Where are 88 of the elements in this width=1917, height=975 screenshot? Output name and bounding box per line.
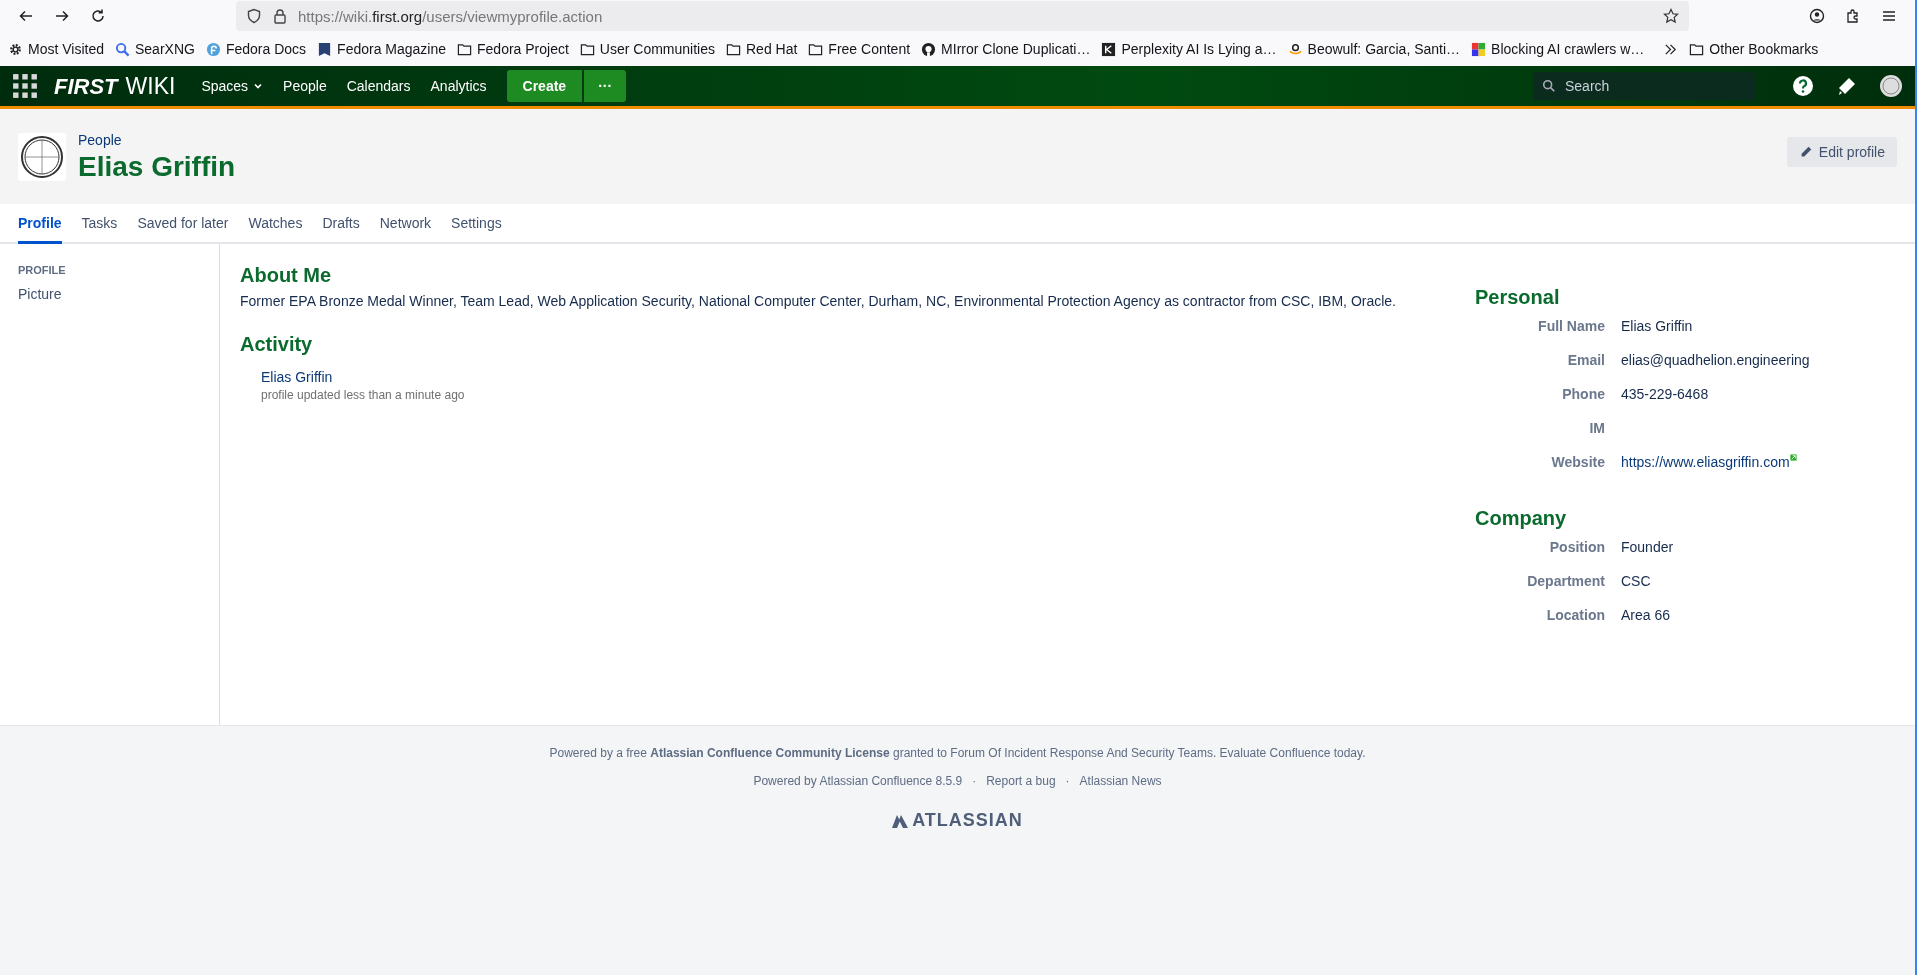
nav-link[interactable]: People (273, 78, 337, 94)
more-button[interactable]: ··· (584, 70, 627, 102)
sidebar-heading: PROFILE (18, 264, 67, 276)
section-title: Personal (1475, 286, 1561, 309)
search-icon (115, 41, 130, 57)
avatar-icon (18, 132, 66, 181)
nav-link[interactable]: Calendars (336, 78, 421, 94)
lock-icon (272, 8, 288, 24)
bookmark-ribbon-icon (317, 41, 333, 57)
bookmark[interactable]: Beowulf: Garcia, Santi… (1287, 41, 1461, 57)
menu-icon[interactable] (1881, 8, 1897, 24)
field-label: Position (1548, 539, 1605, 555)
section-title: Activity (240, 333, 314, 356)
address-bar[interactable]: https://wiki.first.org/users/viewmyprofile.action (236, 1, 1689, 31)
tab[interactable]: Watches (248, 204, 303, 244)
account-icon[interactable] (1809, 8, 1825, 24)
footer-link[interactable]: Report a bug (986, 774, 1056, 788)
folder-icon (579, 41, 595, 57)
sidebar-item[interactable]: Picture (18, 286, 201, 302)
tab[interactable]: Tasks (81, 204, 118, 244)
fedora-logo-icon (205, 41, 221, 57)
field-label: Department (1526, 573, 1605, 589)
bookmark[interactable]: Blocking AI crawlers w… (1471, 41, 1645, 57)
gear-icon (8, 41, 23, 57)
folder-icon (457, 41, 473, 57)
field-value: 435-229-6468 (1621, 386, 1709, 402)
atlassian-logo[interactable]: ATLASSIAN (892, 810, 1023, 831)
bookmark[interactable]: User Communities (579, 41, 715, 57)
website-link[interactable]: https://www.eliasgriffin.com (1621, 454, 1790, 470)
bookmark[interactable]: Perplexity AI Is Lying a… (1101, 41, 1277, 57)
bookmark[interactable]: MIrror Clone Duplicati… (921, 41, 1091, 57)
field-label: Website (1550, 454, 1605, 470)
forward-icon[interactable] (54, 8, 70, 24)
help-icon[interactable] (1791, 74, 1815, 98)
field-label: Full Name (1537, 318, 1605, 334)
colorful-square-icon (1471, 41, 1487, 57)
back-icon[interactable] (18, 8, 34, 24)
field-label: IM (1588, 420, 1605, 436)
folder-icon (1689, 41, 1705, 57)
field-value: Founder (1621, 539, 1674, 555)
bookmark[interactable]: Most Visited (8, 41, 104, 57)
site-logo[interactable]: FIRST WIKI (54, 72, 176, 100)
bookmark[interactable]: Free Content (808, 41, 911, 57)
search-field[interactable]: Search (1533, 72, 1755, 100)
create-button[interactable]: Create (506, 70, 583, 102)
about-text: Former EPA Bronze Medal Winner, Team Lead, Web Application Security, National Computer Center, Durham, NC, Environmental Protection Agency as contractor from CSC, IBM, Oracle. (240, 293, 1397, 309)
footer-link[interactable]: Atlassian News (1079, 774, 1162, 788)
shield-icon (246, 8, 262, 24)
field-value: elias@quadhelion.engineering (1621, 352, 1810, 368)
section-title: About Me (240, 264, 333, 287)
bookmark[interactable]: Fedora Project (457, 41, 569, 57)
bookmark[interactable]: SearXNG (115, 41, 195, 57)
star-icon[interactable] (1663, 8, 1679, 24)
section-title: Company (1475, 507, 1568, 530)
activity-detail: profile updated less than a minute ago (261, 388, 466, 402)
separator-dot: · (972, 774, 977, 788)
breadcrumb-link[interactable]: People (78, 131, 122, 148)
folder-icon (726, 41, 741, 57)
search-icon (1542, 79, 1556, 93)
separator-dot: · (1065, 774, 1070, 788)
field-label: Location (1545, 607, 1605, 623)
tab[interactable]: Drafts (322, 204, 360, 244)
external-link-icon (1789, 454, 1797, 461)
footer-link[interactable]: Powered by Atlassian Confluence 8.5.9 (753, 774, 963, 788)
edit-profile-button[interactable]: Edit profile (1786, 136, 1897, 167)
tab[interactable]: Network (379, 204, 432, 244)
bookmark[interactable]: Fedora Docs (205, 41, 307, 57)
tab[interactable]: Saved for later (137, 204, 229, 244)
field-label: Phone (1561, 386, 1605, 402)
field-value: Elias Griffin (1621, 318, 1693, 334)
field-label: Email (1566, 352, 1605, 368)
tab[interactable]: Settings (451, 204, 502, 244)
reload-icon[interactable] (90, 8, 106, 24)
profile-name: Elias Griffin (78, 150, 236, 183)
avatar-icon[interactable] (1879, 74, 1903, 98)
activity-user-link[interactable]: Elias Griffin (261, 369, 333, 385)
nav-link[interactable]: Analytics (420, 78, 497, 94)
nav-link[interactable]: Spaces (191, 78, 274, 94)
license-text: Powered by a free Atlassian Confluence Community License granted to Forum Of Incident Response And Security Teams. Evaluate Confluence today. (549, 746, 1366, 760)
field-value: Area 66 (1621, 607, 1671, 623)
app-grid-icon[interactable] (12, 73, 38, 99)
square-logo-icon (1101, 41, 1117, 57)
field-value: CSC (1621, 573, 1651, 589)
bookmark[interactable]: Other Bookmarks (1689, 41, 1819, 57)
bookmark[interactable]: Red Hat (726, 41, 798, 57)
bookmark[interactable]: Fedora Magazine (317, 41, 447, 57)
folder-icon (808, 41, 824, 57)
puzzle-icon[interactable] (1845, 8, 1861, 24)
